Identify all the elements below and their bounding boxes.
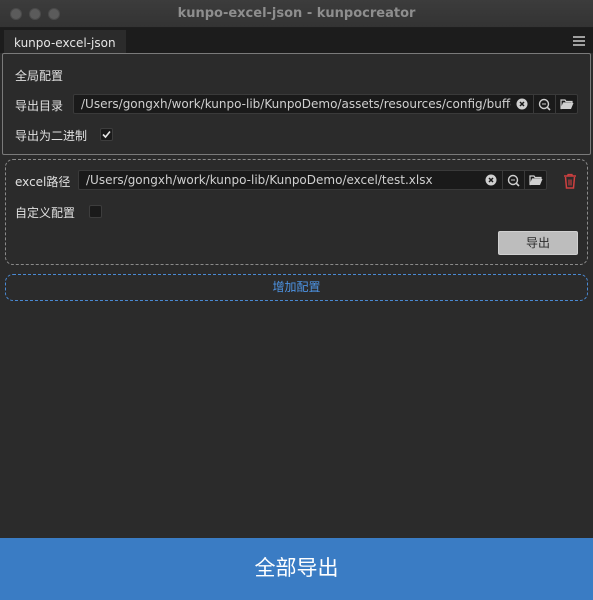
- window-titlebar: kunpo-excel-json - kunpocreator: [0, 0, 593, 28]
- export-dir-label: 导出目录: [15, 99, 64, 113]
- folder-open-icon[interactable]: [555, 95, 577, 113]
- hamburger-menu-icon[interactable]: [573, 36, 585, 46]
- clear-icon[interactable]: [511, 95, 533, 113]
- search-icon[interactable]: [533, 95, 555, 113]
- search-icon[interactable]: [502, 171, 524, 189]
- trash-icon[interactable]: [561, 172, 579, 190]
- clear-icon[interactable]: [480, 171, 502, 189]
- custom-config-checkbox[interactable]: [89, 205, 102, 218]
- excel-config-item: excel路径 /Users/gongxh/work/kunpo-lib/Kun…: [5, 159, 588, 265]
- tab-bar: kunpo-excel-json: [0, 28, 593, 53]
- global-config-panel: 全局配置 导出目录 /Users/gongxh/work/kunpo-lib/K…: [2, 53, 591, 155]
- custom-config-label: 自定义配置: [15, 206, 76, 220]
- excel-path-input[interactable]: /Users/gongxh/work/kunpo-lib/KunpoDemo/e…: [86, 173, 481, 187]
- global-config-title: 全局配置: [15, 69, 64, 83]
- export-dir-input[interactable]: /Users/gongxh/work/kunpo-lib/KunpoDemo/a…: [81, 97, 511, 111]
- add-config-button[interactable]: 增加配置: [5, 274, 588, 301]
- binary-label: 导出为二进制: [15, 129, 88, 143]
- export-all-button[interactable]: 全部导出: [0, 538, 593, 600]
- folder-open-icon[interactable]: [524, 171, 546, 189]
- checkmark-icon: [102, 130, 111, 139]
- window-title: kunpo-excel-json - kunpocreator: [177, 6, 416, 21]
- export-button[interactable]: 导出: [498, 231, 578, 255]
- excel-path-label: excel路径: [15, 175, 71, 189]
- binary-checkbox[interactable]: [100, 128, 113, 141]
- export-dir-field[interactable]: /Users/gongxh/work/kunpo-lib/KunpoDemo/a…: [73, 94, 578, 114]
- excel-path-field[interactable]: /Users/gongxh/work/kunpo-lib/KunpoDemo/e…: [78, 170, 547, 190]
- tab-kunpo-excel-json[interactable]: kunpo-excel-json: [4, 30, 126, 53]
